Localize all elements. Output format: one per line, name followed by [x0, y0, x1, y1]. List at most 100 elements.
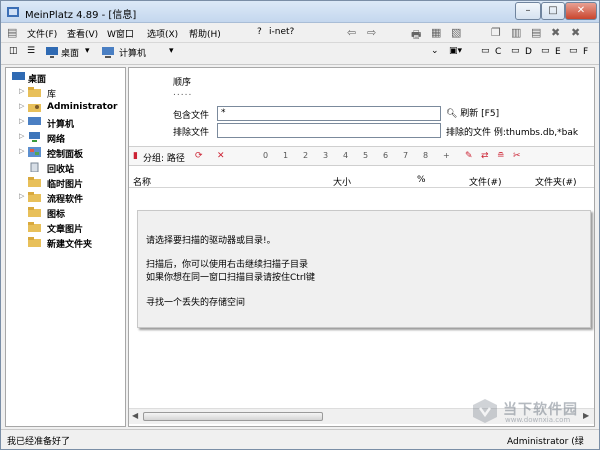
stack-icon[interactable]: ≘: [497, 151, 505, 161]
menu-help[interactable]: 帮助(H): [189, 27, 221, 40]
column-size[interactable]: 大小: [333, 175, 351, 188]
tree-item-article-images[interactable]: 文章图片: [6, 220, 125, 235]
drive-f-label[interactable]: F: [583, 47, 588, 57]
copy-icon[interactable]: ❐: [491, 26, 501, 39]
tree-item-icons[interactable]: 图标: [6, 205, 125, 220]
title-bar: MeinPlatz 4.89 - [信息] – □ ✕: [1, 1, 599, 23]
control-panel-icon: [28, 147, 41, 157]
computer-button[interactable]: 计算机: [119, 46, 146, 59]
tree-item-administrator[interactable]: ▷ Administrator: [6, 100, 125, 115]
level-2-button[interactable]: 2: [303, 151, 308, 160]
watermark: 当下软件园 www.downxia.com: [467, 397, 591, 427]
desktop-button[interactable]: 桌面: [61, 46, 79, 59]
group-label[interactable]: 分组: 路径: [143, 151, 185, 164]
tree-item-label: 网络: [47, 135, 66, 145]
level-6-button[interactable]: 6: [383, 151, 388, 160]
help-mark[interactable]: ?: [257, 27, 262, 37]
status-bar: 我已经准备好了 Administrator (绿: [1, 429, 599, 449]
maximize-button[interactable]: □: [541, 2, 565, 20]
level-5-button[interactable]: 5: [363, 151, 368, 160]
level-7-button[interactable]: 7: [403, 151, 408, 160]
expand-arrow-icon[interactable]: ▷: [19, 87, 24, 95]
tree-item-flow-software[interactable]: ▷ 流程软件: [6, 190, 125, 205]
dropdown-arrow-icon[interactable]: ⌄: [431, 46, 439, 56]
tree-item-control-panel[interactable]: ▷ 控制面板: [6, 145, 125, 160]
folder-icon: [28, 207, 41, 217]
document-icon[interactable]: ▤: [7, 26, 17, 39]
expand-arrow-icon[interactable]: ▷: [19, 102, 24, 110]
export-icon[interactable]: ▧: [451, 26, 461, 39]
back-icon[interactable]: ⇦: [347, 26, 356, 39]
drive-c-label[interactable]: C: [495, 47, 501, 57]
library-icon: [28, 87, 41, 97]
refresh-label: 刷新 [F5]: [460, 109, 500, 119]
tree-item-recycle-bin[interactable]: 回收站: [6, 160, 125, 175]
swap-icon[interactable]: ⇄: [481, 151, 489, 161]
forward-icon[interactable]: ⇨: [367, 26, 376, 39]
column-percent[interactable]: %: [417, 175, 426, 185]
tree-item-label: 计算机: [47, 120, 75, 130]
level-3-button[interactable]: 3: [323, 151, 328, 160]
level-plus-button[interactable]: +: [443, 151, 450, 160]
level-8-button[interactable]: 8: [423, 151, 428, 160]
tree-item-label: 临时图片: [47, 180, 84, 190]
column-folders[interactable]: 文件夹(#): [535, 175, 577, 188]
sort-label: 顺序: [173, 78, 192, 88]
tile-icon[interactable]: ▥: [511, 26, 521, 39]
drive-d-label[interactable]: D: [525, 47, 532, 57]
expand-arrow-icon[interactable]: ▷: [19, 192, 24, 200]
tree-toggle-icon[interactable]: ◫: [9, 46, 18, 56]
column-files[interactable]: 文件(#): [469, 175, 502, 188]
drive-d-icon[interactable]: ▭: [511, 46, 520, 56]
expand-arrow-icon[interactable]: ▷: [19, 117, 24, 125]
tree-item-library[interactable]: ▷ 库: [6, 85, 125, 100]
drive-c-icon[interactable]: ▭: [481, 46, 490, 56]
window-title: MeinPlatz 4.89 - [信息]: [25, 10, 137, 21]
folder-tree: 桌面 ▷ 库 ▷ Administrator ▷ 计算机 ▷ 网络 ▷ 控制面板: [5, 67, 126, 427]
tree-item-temp-images[interactable]: 临时图片: [6, 175, 125, 190]
exclude-input[interactable]: [217, 123, 441, 138]
level-4-button[interactable]: 4: [343, 151, 348, 160]
drive-e-label[interactable]: E: [555, 47, 561, 57]
exclude-hint: 排除的文件 例:thumbs.db,*bak: [446, 128, 579, 138]
info-message: 请选择要扫描的驱动器或目录!。 扫描后，你可以使用右击继续扫描子目录 如果你想在…: [137, 210, 591, 328]
status-text: 我已经准备好了: [7, 437, 71, 447]
column-name[interactable]: 名称: [133, 175, 151, 188]
tree-item-computer[interactable]: ▷ 计算机: [6, 115, 125, 130]
scroll-left-icon[interactable]: ◀: [132, 411, 138, 420]
level-0-button[interactable]: 0: [263, 151, 268, 160]
chevron-down-icon[interactable]: ▾: [85, 46, 90, 56]
scrollbar-thumb[interactable]: [143, 412, 323, 421]
brush-icon[interactable]: ✎: [465, 151, 473, 161]
inet-link[interactable]: i-net?: [269, 27, 294, 37]
expand-arrow-icon[interactable]: ▷: [19, 147, 24, 155]
tree-item-network[interactable]: ▷ 网络: [6, 130, 125, 145]
cascade-icon[interactable]: ▤: [531, 26, 541, 39]
clear-icon[interactable]: ✂: [513, 151, 521, 161]
tree-item-new-folder[interactable]: 新建文件夹: [6, 235, 125, 250]
expand-arrow-icon[interactable]: ▷: [19, 132, 24, 140]
group-icon: ▮: [133, 151, 138, 161]
folder-icon: [28, 177, 41, 187]
menu-window[interactable]: W窗口: [107, 27, 134, 40]
menu-options[interactable]: 选项(X): [147, 27, 178, 40]
drive-f-icon[interactable]: ▭: [569, 46, 578, 56]
close-tab-icon[interactable]: ✖: [551, 26, 560, 39]
tree-item-desktop[interactable]: 桌面: [6, 70, 125, 85]
delete-icon[interactable]: ✕: [217, 151, 225, 161]
menu-file[interactable]: 文件(F): [27, 27, 57, 40]
level-1-button[interactable]: 1: [283, 151, 288, 160]
include-input[interactable]: *: [217, 106, 441, 121]
chevron-down-icon[interactable]: ▾: [169, 46, 174, 56]
refresh-group-icon[interactable]: ⟳: [195, 151, 203, 161]
refresh-button[interactable]: 🔍︎ 刷新 [F5]: [446, 106, 499, 119]
sort-selector[interactable]: .....: [173, 88, 192, 98]
drive-e-icon[interactable]: ▭: [541, 46, 550, 56]
close-all-icon[interactable]: ✖: [571, 26, 580, 39]
drive-select-icon[interactable]: ▣▾: [449, 46, 462, 56]
menu-view[interactable]: 查看(V): [67, 27, 98, 40]
list-view-icon[interactable]: ☰: [27, 46, 35, 56]
close-button[interactable]: ✕: [565, 2, 597, 20]
minimize-button[interactable]: –: [515, 2, 541, 20]
save-icon[interactable]: ▦: [431, 26, 441, 39]
